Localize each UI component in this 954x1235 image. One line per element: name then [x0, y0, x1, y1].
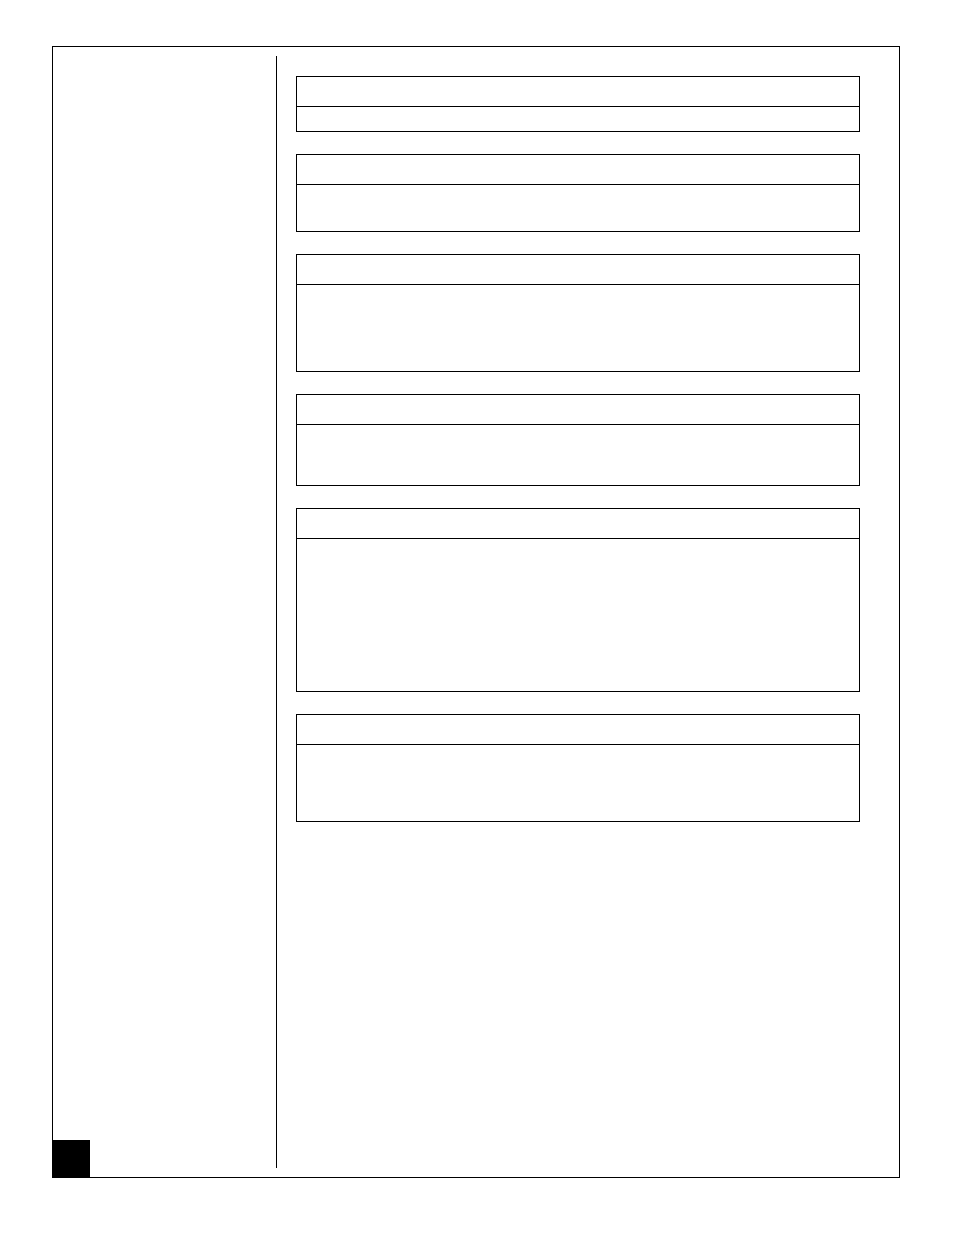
panel-5-head	[297, 509, 859, 539]
panel-1-head	[297, 77, 859, 107]
panel-3-head	[297, 255, 859, 285]
panel-5	[296, 508, 860, 692]
panel-1	[296, 76, 860, 132]
vertical-divider	[276, 56, 277, 1168]
panel-4-body	[297, 425, 859, 485]
page	[0, 0, 954, 1235]
panel-6-body	[297, 745, 859, 821]
panel-2-head	[297, 155, 859, 185]
content-column	[296, 76, 860, 844]
panel-2-body	[297, 185, 859, 231]
panel-3-body	[297, 285, 859, 371]
panel-6-head	[297, 715, 859, 745]
panel-5-body	[297, 539, 859, 691]
page-number-marker	[52, 1140, 90, 1178]
panel-4	[296, 394, 860, 486]
panel-1-body	[297, 107, 859, 131]
panel-6	[296, 714, 860, 822]
panel-3	[296, 254, 860, 372]
panel-2	[296, 154, 860, 232]
panel-4-head	[297, 395, 859, 425]
